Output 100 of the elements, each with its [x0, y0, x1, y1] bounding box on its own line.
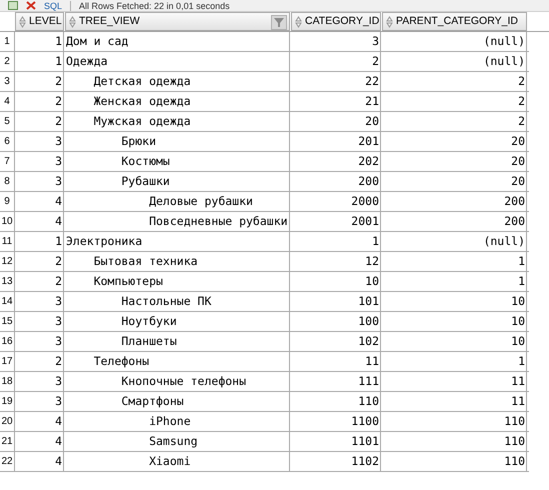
table-cell: 2	[15, 112, 64, 131]
table-cell: 1	[15, 32, 64, 51]
table-cell: Детская одежда	[65, 72, 290, 91]
table-cell: Женская одежда	[65, 92, 290, 111]
sql-button[interactable]: SQL	[44, 0, 62, 10]
table-cell: Настольные ПК	[65, 292, 290, 311]
row-number: 15	[0, 312, 15, 331]
table-cell: 4	[15, 412, 64, 431]
table-cell: 2	[382, 112, 527, 131]
table-cell: (null)	[382, 32, 527, 51]
sort-icon	[19, 16, 26, 28]
row-number: 7	[0, 152, 15, 171]
table-cell: 110	[291, 392, 381, 411]
table-cell: 4	[15, 212, 64, 231]
table-cell: Бытовая техника	[65, 252, 290, 271]
row-number: 13	[0, 272, 15, 291]
row-number: 9	[0, 192, 15, 211]
table-cell: 2	[15, 72, 64, 91]
table-cell: 4	[15, 432, 64, 451]
row-number: 3	[0, 72, 15, 91]
row-number: 8	[0, 172, 15, 191]
table-cell: 1	[15, 52, 64, 71]
table-cell: 4	[15, 192, 64, 211]
row-number: 19	[0, 392, 15, 411]
row-number: 4	[0, 92, 15, 111]
table-cell: 20	[382, 152, 527, 171]
table-cell: 11	[382, 392, 527, 411]
table-cell: 10	[382, 312, 527, 331]
table-cell: 22	[291, 72, 381, 91]
table-cell: 1	[382, 252, 527, 271]
grid-icon	[8, 1, 18, 10]
table-cell: 10	[291, 272, 381, 291]
table-cell: 111	[291, 372, 381, 391]
delete-icon	[26, 1, 36, 10]
table-cell: 3	[15, 132, 64, 151]
table-cell: 2	[15, 252, 64, 271]
table-cell: Одежда	[65, 52, 290, 71]
table-cell: Мужская одежда	[65, 112, 290, 131]
table-cell: 110	[382, 452, 527, 471]
table-cell: 3	[291, 32, 381, 51]
table-cell: Электроника	[65, 232, 290, 251]
table-cell: 3	[15, 372, 64, 391]
column-header[interactable]: LEVEL	[15, 12, 64, 31]
table-cell: Брюки	[65, 132, 290, 151]
row-number: 11	[0, 232, 15, 251]
table-cell: 2	[15, 272, 64, 291]
table-cell: 1	[15, 232, 64, 251]
row-number: 14	[0, 292, 15, 311]
table-cell: 2	[382, 92, 527, 111]
column-header[interactable]: TREE_VIEW	[65, 12, 290, 31]
table-cell: 2	[291, 52, 381, 71]
table-cell: 200	[291, 172, 381, 191]
table-cell: 20	[382, 172, 527, 191]
table-cell: 2	[15, 352, 64, 371]
row-number: 1	[0, 32, 15, 51]
row-number: 16	[0, 332, 15, 351]
row-number: 12	[0, 252, 15, 271]
table-cell: Телефоны	[65, 352, 290, 371]
table-cell: 1	[382, 352, 527, 371]
table-cell: 202	[291, 152, 381, 171]
table-cell: Деловые рубашки	[65, 192, 290, 211]
table-cell: 2001	[291, 212, 381, 231]
row-number: 18	[0, 372, 15, 391]
table-cell: 1100	[291, 412, 381, 431]
sort-icon	[69, 16, 76, 28]
table-cell: Рубашки	[65, 172, 290, 191]
table-cell: iPhone	[65, 412, 290, 431]
table-cell: Планшеты	[65, 332, 290, 351]
table-cell: 3	[15, 332, 64, 351]
row-number: 2	[0, 52, 15, 71]
table-cell: 110	[382, 412, 527, 431]
table-cell: 102	[291, 332, 381, 351]
filter-icon[interactable]	[271, 15, 287, 30]
row-number: 21	[0, 432, 15, 451]
table-cell: 110	[382, 432, 527, 451]
table-cell: 11	[382, 372, 527, 391]
table-cell: 1102	[291, 452, 381, 471]
table-cell: 20	[382, 132, 527, 151]
table-cell: 201	[291, 132, 381, 151]
sort-icon	[295, 16, 302, 28]
table-cell: 1	[382, 272, 527, 291]
table-cell: 200	[382, 212, 527, 231]
table-cell: 12	[291, 252, 381, 271]
row-number: 10	[0, 212, 15, 231]
table-cell: 10	[382, 292, 527, 311]
status-text: All Rows Fetched: 22 in 0,01 seconds	[79, 0, 230, 10]
table-cell: Xiaomi	[65, 452, 290, 471]
table-cell: Ноутбуки	[65, 312, 290, 331]
table-cell: 11	[291, 352, 381, 371]
row-number: 22	[0, 452, 15, 471]
table-cell: 3	[15, 172, 64, 191]
row-number: 6	[0, 132, 15, 151]
row-number: 17	[0, 352, 15, 371]
table-cell: 100	[291, 312, 381, 331]
table-cell: 101	[291, 292, 381, 311]
table-cell: 3	[15, 392, 64, 411]
row-number: 5	[0, 112, 15, 131]
column-header[interactable]: CATEGORY_ID	[291, 12, 381, 31]
column-header[interactable]: PARENT_CATEGORY_ID	[382, 12, 527, 31]
table-cell: Samsung	[65, 432, 290, 451]
